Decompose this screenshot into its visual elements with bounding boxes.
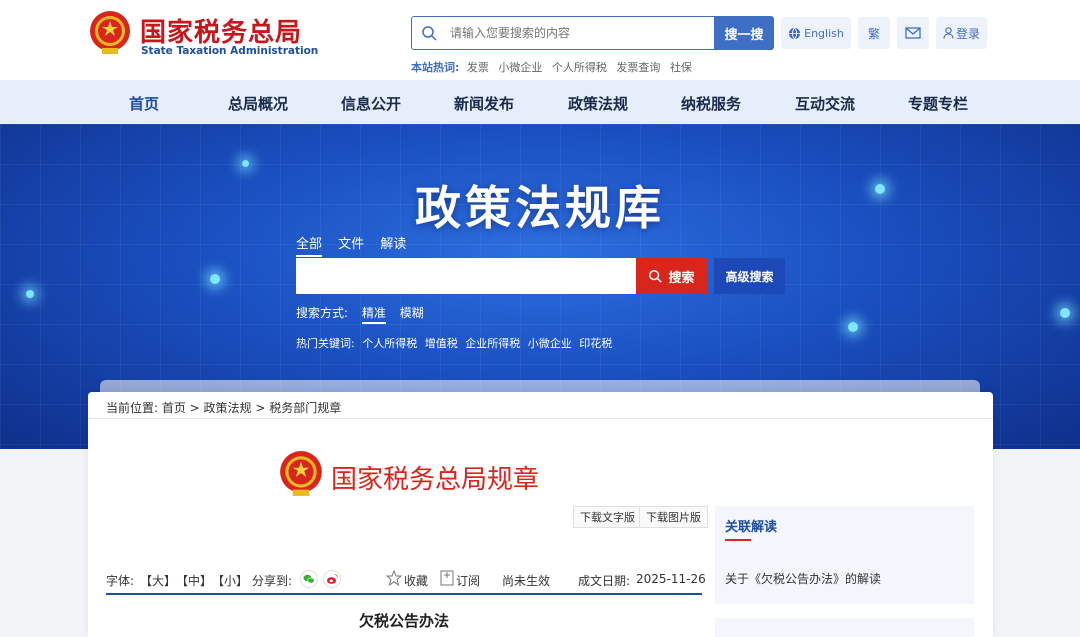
english-button[interactable]: English bbox=[781, 17, 851, 49]
share-label: 分享到: bbox=[252, 574, 293, 588]
hot-words-label: 本站热词: bbox=[411, 61, 460, 74]
traditional-label: 繁 bbox=[867, 26, 880, 41]
document-title: 欠税公告办法 bbox=[358, 612, 449, 630]
tab-all[interactable]: 全部 bbox=[296, 237, 323, 257]
site-header: 国家税务总局 State Taxation Administration 搜一搜… bbox=[0, 0, 1080, 80]
mail-button[interactable] bbox=[897, 17, 929, 49]
font-medium-button[interactable]: 【中】 bbox=[176, 572, 212, 589]
mode-exact[interactable]: 精准 bbox=[361, 306, 386, 324]
subscribe-button[interactable]: 订阅 bbox=[456, 572, 480, 589]
favorite-button[interactable]: 收藏 bbox=[404, 572, 428, 589]
login-button[interactable]: 登录 bbox=[936, 17, 987, 49]
search-icon bbox=[422, 26, 437, 41]
font-large-button[interactable]: 【大】 bbox=[140, 572, 176, 589]
related-link[interactable]: 关于《欠税公告办法》的解读 bbox=[725, 570, 881, 587]
hot-keyword-link[interactable]: 企业所得税 bbox=[465, 337, 520, 350]
search-mode-label: 搜索方式: bbox=[296, 306, 349, 320]
nav-item-policy[interactable]: 政策法规 bbox=[568, 93, 628, 114]
main-nav: 首页 总局概况 信息公开 新闻发布 政策法规 纳税服务 互动交流 专题专栏 bbox=[0, 80, 1080, 124]
glow-dot bbox=[26, 290, 34, 298]
hot-keyword-link[interactable]: 增值税 bbox=[425, 337, 458, 350]
policy-search-input[interactable] bbox=[296, 258, 636, 294]
hot-words: 本站热词: 发票 小微企业 个人所得税 发票查询 社保 bbox=[411, 59, 698, 75]
tab-interpretations[interactable]: 解读 bbox=[380, 237, 406, 252]
search-mode: 搜索方式: 精准 模糊 bbox=[296, 304, 434, 324]
policy-search-button[interactable]: 搜索 bbox=[636, 258, 707, 294]
font-small-button[interactable]: 【小】 bbox=[212, 572, 248, 589]
hot-keyword-link[interactable]: 印花税 bbox=[579, 337, 612, 350]
star-icon bbox=[386, 570, 402, 586]
user-icon bbox=[943, 27, 954, 39]
mail-icon bbox=[905, 27, 921, 39]
hot-keyword-link[interactable]: 个人所得税 bbox=[362, 337, 417, 350]
english-label: English bbox=[804, 26, 844, 40]
banner-search-tabs: 全部 文件 解读 bbox=[296, 233, 418, 257]
policy-search-label: 搜索 bbox=[668, 270, 695, 286]
content-panel: 当前位置: 首页 > 政策法规 > 税务部门规章 国家税务总局规章 下载文字版 … bbox=[88, 392, 993, 637]
nav-item-info-disclosure[interactable]: 信息公开 bbox=[341, 93, 401, 114]
tab-files[interactable]: 文件 bbox=[338, 237, 364, 252]
document-series-title: 国家税务总局规章 bbox=[331, 465, 540, 495]
weibo-icon[interactable] bbox=[323, 570, 341, 588]
site-search-button[interactable]: 搜一搜 bbox=[714, 16, 774, 50]
nav-item-news[interactable]: 新闻发布 bbox=[454, 93, 514, 114]
status-badge: 尚未生效 bbox=[502, 574, 551, 588]
hot-word-link[interactable]: 小微企业 bbox=[498, 61, 542, 74]
national-emblem-icon bbox=[90, 11, 130, 54]
font-size-label: 字体: bbox=[106, 574, 135, 588]
glow-dot bbox=[1060, 308, 1070, 318]
nav-item-home[interactable]: 首页 bbox=[129, 93, 159, 114]
article-toolbar: 字体: 【大】 【中】 【小】 分享到: 收藏 订阅 尚未生效 成文日期: 20… bbox=[106, 570, 706, 594]
hot-keywords-label: 热门关键词: bbox=[296, 337, 355, 350]
logo-en-text: State Taxation Administration bbox=[141, 45, 319, 57]
advanced-search-button[interactable]: 高级搜索 bbox=[714, 258, 785, 294]
date-value: 2025-11-26 bbox=[636, 572, 706, 586]
glow-dot bbox=[242, 160, 249, 167]
login-label: 登录 bbox=[955, 26, 980, 41]
mode-fuzzy[interactable]: 模糊 bbox=[400, 306, 424, 320]
date-label: 成文日期: bbox=[578, 574, 631, 588]
glow-dot bbox=[210, 274, 220, 284]
site-logo[interactable]: 国家税务总局 State Taxation Administration bbox=[88, 10, 318, 60]
hot-word-link[interactable]: 社保 bbox=[670, 61, 692, 74]
logo-cn-text: 国家税务总局 bbox=[140, 18, 303, 48]
related-title: 关联解读 bbox=[725, 520, 778, 535]
search-icon bbox=[649, 269, 663, 283]
toolbar-divider bbox=[106, 593, 702, 595]
banner-title: 政策法规库 bbox=[415, 181, 665, 235]
related-title-underline bbox=[725, 539, 751, 541]
national-emblem-icon bbox=[280, 451, 322, 496]
nav-item-overview[interactable]: 总局概况 bbox=[228, 93, 288, 114]
sidebar-next-panel bbox=[715, 618, 974, 637]
glow-dot bbox=[848, 322, 858, 332]
hot-word-link[interactable]: 发票 bbox=[467, 61, 489, 74]
breadcrumb-divider bbox=[88, 418, 993, 419]
nav-item-topics[interactable]: 专题专栏 bbox=[908, 93, 968, 114]
wechat-icon[interactable] bbox=[300, 570, 318, 588]
traditional-chinese-button[interactable]: 繁 bbox=[858, 17, 890, 49]
related-interpretation-panel: 关联解读 关于《欠税公告办法》的解读 bbox=[715, 506, 974, 604]
download-text-button[interactable]: 下载文字版 bbox=[573, 506, 642, 528]
nav-item-tax-service[interactable]: 纳税服务 bbox=[681, 93, 741, 114]
hot-keyword-link[interactable]: 小微企业 bbox=[528, 337, 572, 350]
site-search-input[interactable] bbox=[450, 21, 710, 45]
banner-hot-keywords: 热门关键词: 个人所得税 增值税 企业所得税 小微企业 印花税 bbox=[296, 335, 616, 351]
download-image-button[interactable]: 下载图片版 bbox=[639, 506, 708, 528]
breadcrumb: 当前位置: 首页 > 政策法规 > 税务部门规章 bbox=[106, 401, 342, 415]
site-search-box: 搜一搜 bbox=[411, 16, 774, 50]
nav-item-interaction[interactable]: 互动交流 bbox=[795, 93, 855, 114]
hot-word-link[interactable]: 个人所得税 bbox=[552, 61, 607, 74]
hot-word-link[interactable]: 发票查询 bbox=[616, 61, 660, 74]
subscribe-icon bbox=[440, 570, 454, 586]
globe-icon bbox=[789, 27, 801, 39]
